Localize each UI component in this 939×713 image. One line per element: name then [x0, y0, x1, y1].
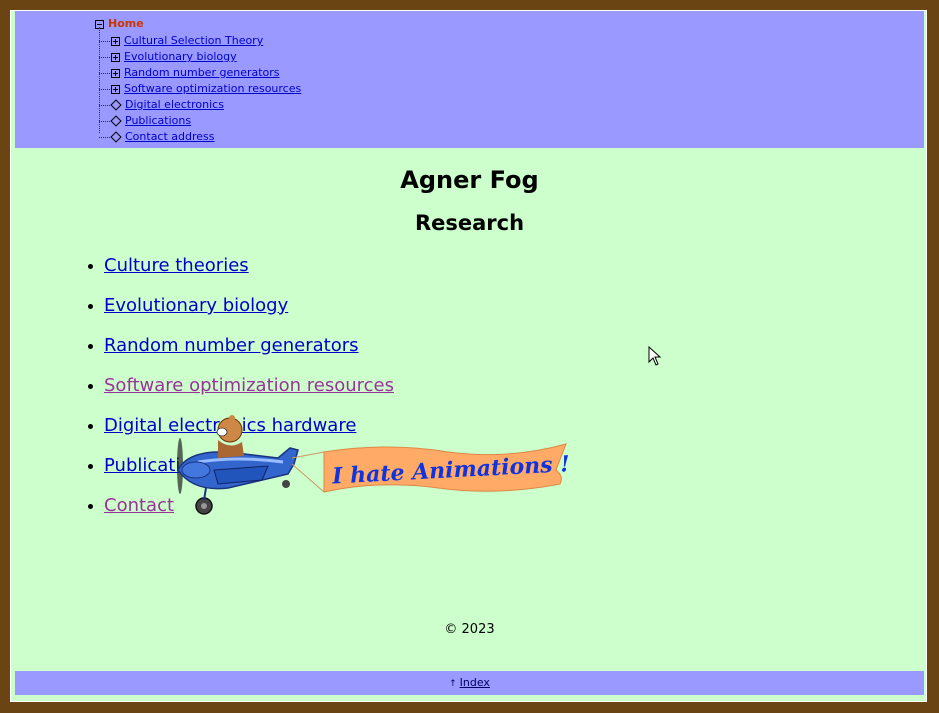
menu-link[interactable]: Digital electronics — [125, 98, 224, 111]
up-arrow-icon: ↑ — [449, 679, 457, 689]
diamond-bullet-icon — [110, 131, 122, 143]
menu-item-cultural-selection-theory: Cultural Selection Theory — [99, 33, 301, 49]
menu-link[interactable]: Software optimization resources — [124, 82, 301, 95]
plus-box-icon[interactable] — [111, 68, 120, 78]
menu-root-label: Home — [108, 17, 144, 30]
menu-root-home[interactable]: Home — [95, 17, 144, 31]
top-navigation-menu: Home Cultural Selection Theory Evolution… — [15, 11, 924, 148]
page-subtitle: Research — [414, 211, 525, 235]
airplane-icon — [177, 415, 299, 515]
copyright-notice: © 2023 — [444, 622, 495, 637]
diamond-bullet-icon — [110, 99, 122, 111]
diamond-bullet-icon — [110, 115, 122, 127]
menu-link[interactable]: Cultural Selection Theory — [124, 34, 263, 47]
menu-item-evolutionary-biology: Evolutionary biology — [99, 49, 301, 65]
menu-link[interactable]: Evolutionary biology — [124, 50, 237, 63]
menu-item-contact-address: Contact address — [99, 129, 301, 145]
research-link-culture-theories[interactable]: Culture theories — [104, 255, 249, 276]
mouse-cursor-icon — [648, 346, 662, 366]
research-link-software-optimization[interactable]: Software optimization resources — [104, 375, 394, 396]
research-link-evolutionary-biology[interactable]: Evolutionary biology — [104, 295, 288, 316]
menu-item-software-optimization: Software optimization resources — [99, 81, 301, 97]
menu-tree: Cultural Selection Theory Evolutionary b… — [99, 33, 301, 145]
bottom-navigation-bar: ↑ Index — [15, 671, 924, 695]
index-link[interactable]: Index — [460, 676, 490, 689]
menu-item-publications: Publications — [99, 113, 301, 129]
page-frame: Home Cultural Selection Theory Evolution… — [10, 10, 927, 702]
airplane-banner-animation: I hate Animations ! — [177, 415, 570, 515]
plus-box-icon[interactable] — [111, 52, 120, 62]
menu-link[interactable]: Random number generators — [124, 66, 280, 79]
plus-box-icon[interactable] — [111, 84, 120, 94]
list-item: Evolutionary biology — [83, 293, 394, 333]
list-item: Random number generators — [83, 333, 394, 373]
menu-link[interactable]: Contact address — [125, 130, 215, 143]
menu-item-digital-electronics: Digital electronics — [99, 97, 301, 113]
plus-box-icon[interactable] — [111, 36, 120, 46]
page-title: Agner Fog — [400, 166, 539, 194]
research-link-random-number-generators[interactable]: Random number generators — [104, 335, 358, 356]
banner-icon: I hate Animations ! — [323, 443, 570, 493]
menu-link[interactable]: Publications — [125, 114, 191, 127]
list-item: Culture theories — [83, 253, 394, 293]
menu-item-random-number-generators: Random number generators — [99, 65, 301, 81]
